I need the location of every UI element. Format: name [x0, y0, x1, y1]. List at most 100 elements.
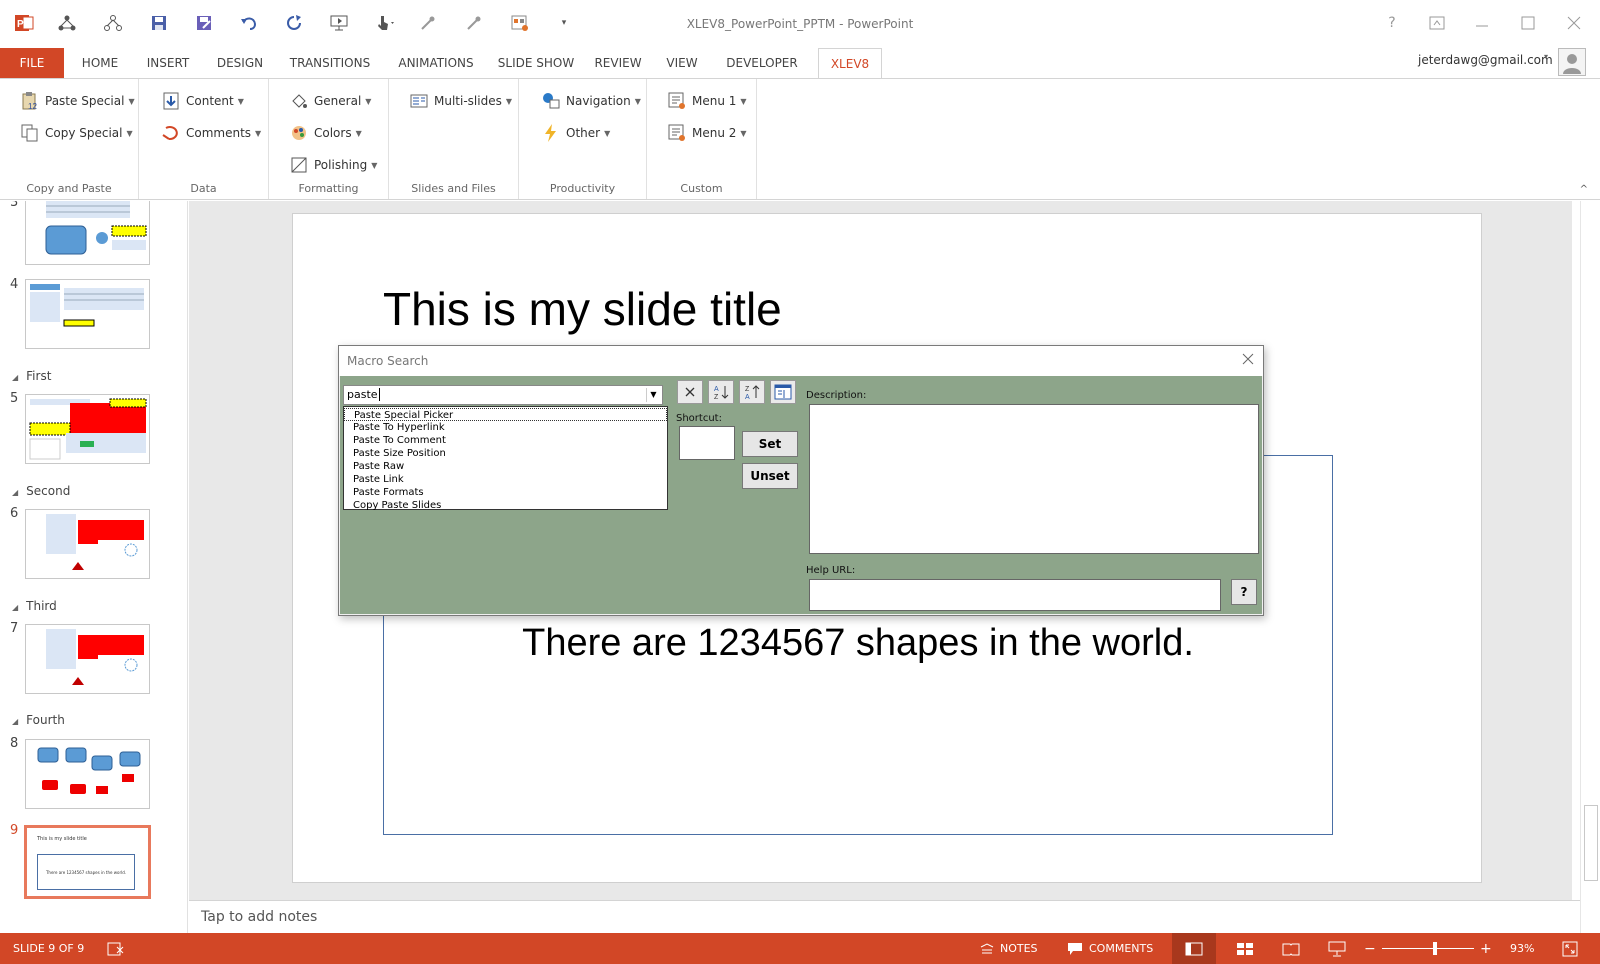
- details-view-button[interactable]: [770, 380, 796, 404]
- list-item[interactable]: Paste To Comment: [344, 434, 667, 447]
- list-item[interactable]: Paste Size Position: [344, 447, 667, 460]
- menu-1-button[interactable]: Menu 1 ▼: [667, 89, 747, 113]
- dialog-body: paste ▼ Paste Special Picker Paste To Hy…: [340, 376, 1262, 614]
- tab-animations[interactable]: ANIMATIONS: [388, 48, 484, 78]
- section-first[interactable]: ◢ First: [12, 369, 51, 383]
- slide-title[interactable]: This is my slide title: [383, 282, 782, 336]
- tab-slide-show[interactable]: SLIDE SHOW: [494, 48, 578, 78]
- help-url-button[interactable]: ?: [1231, 579, 1257, 605]
- close-icon[interactable]: [1241, 351, 1255, 370]
- other-button[interactable]: Other ▼: [541, 121, 610, 145]
- copy-special-button[interactable]: Copy Special ▼: [20, 121, 133, 145]
- dialog-title-bar[interactable]: Macro Search: [339, 346, 1263, 376]
- comment-icon: [1068, 942, 1082, 955]
- comments-button[interactable]: Comments ▼: [161, 121, 261, 145]
- clear-search-button[interactable]: [677, 380, 703, 404]
- tab-insert[interactable]: INSERT: [138, 48, 198, 78]
- paste-special-button[interactable]: 12 Paste Special ▼: [20, 89, 135, 113]
- colors-button[interactable]: Colors ▼: [289, 121, 362, 145]
- group-label: Slides and Files: [411, 182, 496, 195]
- reading-view-button[interactable]: [1282, 933, 1300, 964]
- section-fourth[interactable]: ◢ Fourth: [12, 713, 65, 727]
- unset-button[interactable]: Unset: [742, 463, 798, 489]
- slide-thumbnail-8[interactable]: [25, 739, 150, 809]
- powerpoint-window: P ▾ XLEV8_PowerPoint_PPTM - PowerPoint ?…: [0, 0, 1600, 964]
- sort-descending-button[interactable]: ZA: [739, 380, 765, 404]
- zoom-out-button[interactable]: −: [1364, 933, 1376, 964]
- multi-slides-button[interactable]: Multi-slides ▼: [409, 89, 512, 113]
- tab-view[interactable]: VIEW: [658, 48, 706, 78]
- list-item[interactable]: Paste Special Picker: [344, 408, 667, 421]
- results-list[interactable]: Paste Special Picker Paste To Hyperlink …: [343, 406, 668, 512]
- svg-text:A: A: [745, 394, 750, 401]
- paste-special-label: Paste Special: [45, 94, 125, 108]
- group-label: Custom: [680, 182, 723, 195]
- list-item[interactable]: Paste Raw: [344, 460, 667, 473]
- slide-body-text[interactable]: There are 1234567 shapes in the world.: [383, 622, 1333, 665]
- slide-number: 4: [10, 277, 19, 292]
- shortcut-field[interactable]: [679, 426, 735, 460]
- description-label: Description:: [806, 390, 867, 401]
- tab-xlev8[interactable]: XLEV8: [818, 48, 882, 79]
- normal-view-icon: [1185, 942, 1203, 955]
- tab-developer[interactable]: DEVELOPER: [716, 48, 808, 78]
- account-dropdown-icon[interactable]: ▾: [1544, 52, 1548, 61]
- polishing-button[interactable]: Polishing ▼: [289, 153, 377, 177]
- notes-button[interactable]: NOTES: [980, 933, 1038, 964]
- group-custom: Menu 1 ▼ Menu 2 ▼ Custom: [647, 79, 757, 199]
- avatar[interactable]: [1558, 48, 1586, 76]
- list-item[interactable]: Paste Link: [344, 473, 667, 486]
- thumbnail-body: There are 1234567 shapes in the world.: [37, 854, 135, 890]
- zoom-level[interactable]: 93%: [1510, 933, 1534, 964]
- slide-sorter-button[interactable]: [1236, 933, 1254, 964]
- slide-thumbnail-3[interactable]: [25, 201, 150, 265]
- list-item[interactable]: Paste To Hyperlink: [344, 421, 667, 434]
- slide-thumbnail-9[interactable]: This is my slide title There are 1234567…: [24, 825, 151, 899]
- collapse-ribbon-icon[interactable]: ^: [1580, 184, 1588, 195]
- tab-design[interactable]: DESIGN: [208, 48, 272, 78]
- svg-text:A: A: [714, 386, 719, 393]
- notes-pane[interactable]: Tap to add notes: [189, 900, 1580, 933]
- description-box[interactable]: [809, 404, 1259, 554]
- shortcut-label: Shortcut:: [676, 413, 722, 424]
- slide-thumbnail-7[interactable]: [25, 624, 150, 694]
- list-item[interactable]: Copy Paste Slides: [344, 499, 667, 512]
- section-third[interactable]: ◢ Third: [12, 599, 57, 613]
- spell-check-icon[interactable]: [107, 933, 125, 964]
- normal-view-button[interactable]: [1172, 933, 1216, 964]
- tab-transitions[interactable]: TRANSITIONS: [282, 48, 378, 78]
- vertical-scrollbar[interactable]: [1580, 201, 1600, 933]
- tab-file[interactable]: FILE: [0, 48, 64, 78]
- comments-button[interactable]: COMMENTS: [1067, 933, 1153, 964]
- slideshow-button[interactable]: [1328, 933, 1346, 964]
- minimize-icon[interactable]: [1470, 12, 1494, 34]
- tab-home[interactable]: HOME: [72, 48, 128, 78]
- group-productivity: Navigation ▼ Other ▼ Productivity: [519, 79, 647, 199]
- user-account-name[interactable]: jeterdawg@gmail.com: [1418, 48, 1553, 78]
- tab-review[interactable]: REVIEW: [588, 48, 648, 78]
- window-title: XLEV8_PowerPoint_PPTM - PowerPoint: [686, 17, 914, 31]
- close-icon[interactable]: [1562, 12, 1586, 34]
- chevron-down-icon[interactable]: ▼: [646, 388, 660, 402]
- help-icon[interactable]: ?: [1380, 12, 1404, 34]
- set-button[interactable]: Set: [742, 431, 798, 457]
- ribbon-display-icon[interactable]: [1425, 12, 1449, 34]
- zoom-in-button[interactable]: +: [1480, 933, 1492, 964]
- maximize-icon[interactable]: [1516, 12, 1540, 34]
- menu-2-button[interactable]: Menu 2 ▼: [667, 121, 747, 145]
- sort-ascending-button[interactable]: AZ: [708, 380, 734, 404]
- fit-to-window-button[interactable]: [1562, 933, 1578, 964]
- section-second[interactable]: ◢ Second: [12, 484, 70, 498]
- content-button[interactable]: Content ▼: [161, 89, 244, 113]
- list-item[interactable]: Paste Formats: [344, 486, 667, 499]
- navigation-icon: [541, 91, 561, 111]
- scrollbar-thumb[interactable]: [1584, 805, 1598, 881]
- slide-thumbnail-6[interactable]: [25, 509, 150, 579]
- zoom-slider[interactable]: [1382, 933, 1474, 964]
- general-button[interactable]: General ▼: [289, 89, 371, 113]
- slide-thumbnail-4[interactable]: [25, 279, 150, 349]
- search-input[interactable]: paste ▼: [343, 385, 663, 405]
- navigation-button[interactable]: Navigation ▼: [541, 89, 641, 113]
- help-url-field[interactable]: [809, 579, 1221, 611]
- slide-thumbnail-5[interactable]: [25, 394, 150, 464]
